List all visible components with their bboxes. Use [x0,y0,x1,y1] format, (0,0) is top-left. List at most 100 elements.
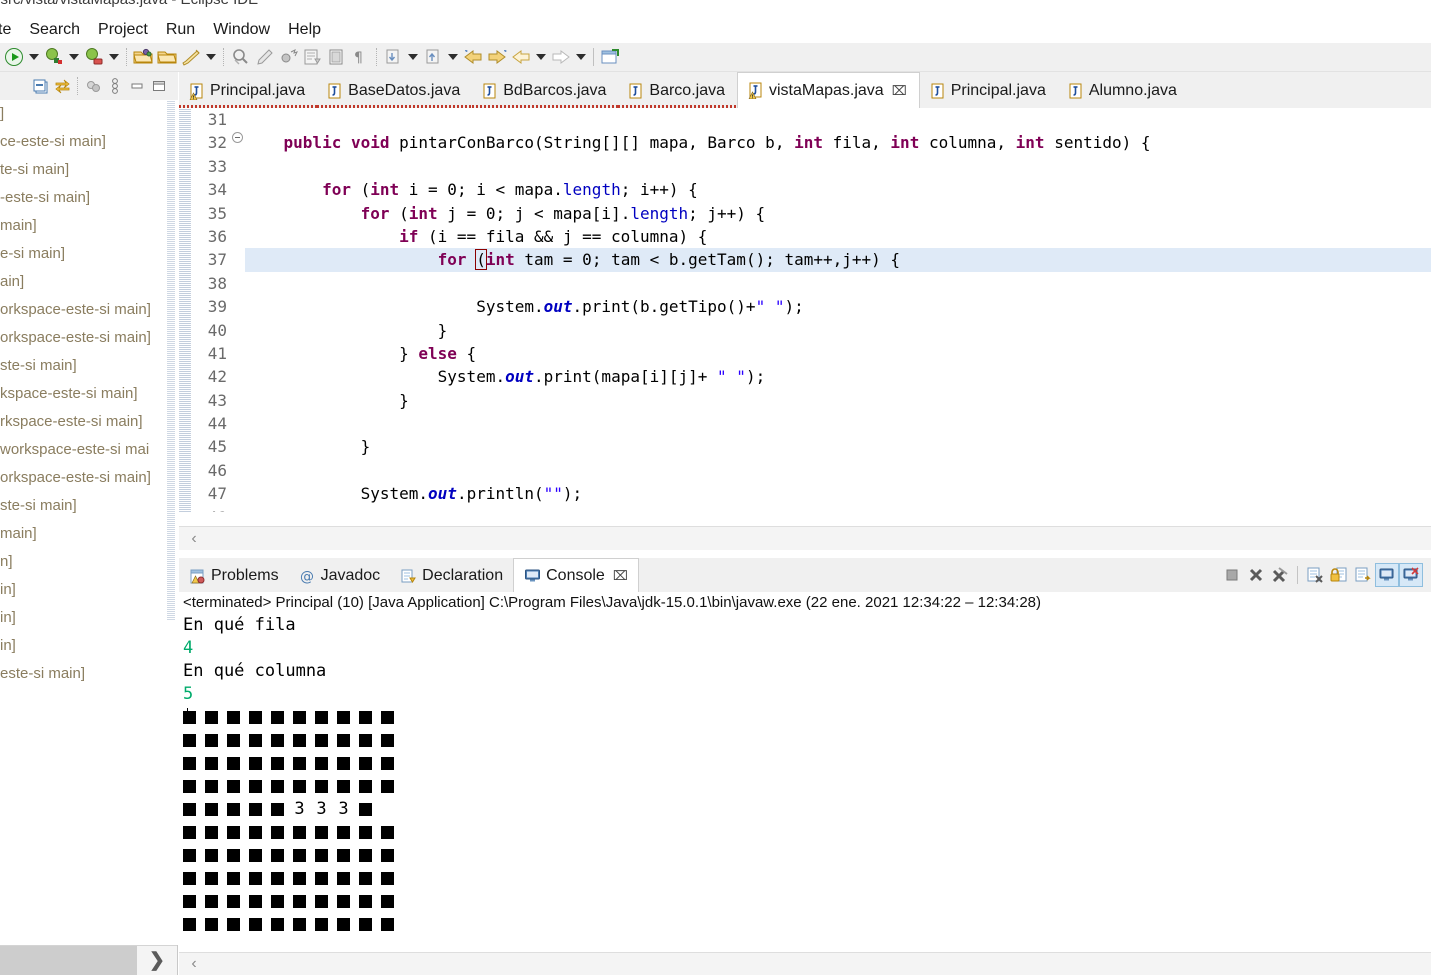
bottom-tab-declaration[interactable]: Declaration [390,560,513,592]
tree-item[interactable]: in] [0,604,178,632]
external-tools-caret-icon[interactable] [203,45,219,69]
close-tab-icon[interactable]: ⌧ [613,568,628,584]
tree-item[interactable]: n] [0,548,178,576]
run-dropdown-caret-icon[interactable] [29,54,39,60]
tree-item[interactable]: orkspace-este-si main] [0,296,178,324]
coverage-dropdown-caret-icon[interactable] [106,45,122,69]
remove-all-launches-icon[interactable] [1268,563,1292,587]
forward-new-icon[interactable] [485,45,509,69]
editor-tab-principal-java-5[interactable]: Principal.java [919,74,1058,108]
external-tools-caret-icon[interactable] [206,54,216,60]
tree-item[interactable]: main] [0,520,178,548]
code-line[interactable]: } [245,389,1431,412]
menu-run[interactable]: Run [157,19,204,41]
previous-annotation-icon[interactable] [421,45,445,69]
code-line[interactable]: System.out.println(""); [245,482,1431,505]
tree-item[interactable]: orkspace-este-si main] [0,324,178,352]
code-line[interactable]: for (int i = 0; i < mapa.length; i++) { [245,178,1431,201]
menu-search[interactable]: Search [20,19,89,41]
tree-item[interactable]: te-si main] [0,156,178,184]
external-tools-icon[interactable] [179,45,203,69]
coverage-icon[interactable] [82,45,106,69]
search-icon[interactable] [228,45,252,69]
editor-folding-column[interactable] [231,108,245,512]
code-line[interactable]: public void pintarConBarco(String[][] ma… [245,131,1431,154]
tree-item[interactable]: kspace-este-si main] [0,380,178,408]
tree-item[interactable]: este-si main] [0,660,178,688]
previous-annotation-caret-icon[interactable] [445,45,461,69]
focus-on-active-task-icon[interactable] [82,75,104,97]
remove-launch-icon[interactable] [1244,563,1268,587]
fold-collapse-icon[interactable] [232,132,243,143]
editor-tab-bdbarcos-java-2[interactable]: BdBarcos.java [472,74,619,108]
scroll-right-arrow-icon[interactable]: ❯ [137,949,177,972]
package-explorer-vertical-scrollbar[interactable] [167,100,175,945]
clear-console-icon[interactable] [1303,563,1327,587]
package-explorer-tree[interactable]: ] ce-este-si main] te-si main] -este-si mai… [0,100,178,945]
tree-item[interactable]: ste-si main] [0,492,178,520]
package-explorer-horizontal-scrollbar[interactable]: ❯ [0,945,177,975]
run-icon[interactable] [2,45,26,69]
code-line[interactable] [245,459,1431,482]
code-line[interactable] [245,412,1431,435]
code-line[interactable]: } else { [245,342,1431,365]
menu-project[interactable]: Project [89,19,157,41]
next-annotation-caret-icon[interactable] [408,54,418,60]
skip-breakpoints-icon[interactable] [276,45,300,69]
display-selected-console-icon[interactable] [1399,563,1423,587]
code-line[interactable] [245,506,1431,512]
scroll-left-arrow-icon[interactable]: ‹ [179,955,209,973]
console-output[interactable]: <terminated> Principal (10) [Java Applic… [179,592,1431,952]
menu-help[interactable]: Help [279,19,330,41]
maximize-icon[interactable] [148,75,170,97]
tree-item[interactable]: main] [0,212,178,240]
code-line[interactable] [245,108,1431,131]
tree-item[interactable]: orkspace-este-si main] [0,464,178,492]
forward-caret-icon[interactable] [573,45,589,69]
scrollbar-thumb[interactable] [167,100,175,620]
back-caret-icon[interactable] [536,54,546,60]
menu-window[interactable]: Window [204,19,279,41]
pin-console-icon[interactable] [1375,563,1399,587]
editor-tab-barco-java-3[interactable]: Barco.java [618,74,737,108]
code-line[interactable]: } [245,435,1431,458]
code-line[interactable]: if (i == fila && j == columna) { [245,225,1431,248]
console-horizontal-scrollbar[interactable]: ‹ [179,952,1431,975]
tree-item[interactable]: in] [0,576,178,604]
link-with-editor-icon[interactable] [51,75,73,97]
forward-caret-icon[interactable] [576,54,586,60]
code-line[interactable]: System.out.print(b.getTipo()+" "); [245,295,1431,318]
next-annotation-icon[interactable] [381,45,405,69]
debug-dropdown-caret-icon[interactable] [69,54,79,60]
editor-tab-basedatos-java-1[interactable]: BaseDatos.java [317,74,473,108]
minimize-icon[interactable] [126,75,148,97]
close-tab-icon[interactable]: ⌧ [892,84,907,97]
menu-navigate-clipped[interactable]: te [0,19,20,41]
coverage-dropdown-caret-icon[interactable] [109,54,119,60]
tree-item[interactable]: rkspace-este-si main] [0,408,178,436]
code-line[interactable]: } [245,319,1431,342]
open-perspective-icon[interactable] [598,45,622,69]
code-line[interactable] [245,272,1431,295]
editor-horizontal-scrollbar[interactable]: ‹ [179,526,1431,550]
scrollbar-thumb[interactable] [0,946,137,975]
back-new-icon[interactable] [461,45,485,69]
tree-item[interactable]: in] [0,632,178,660]
forward-icon[interactable] [549,45,573,69]
tree-item[interactable]: -este-si main] [0,184,178,212]
open-folder-icon[interactable] [155,45,179,69]
editor-tab-vistamapas-java-4[interactable]: vistaMapas.java ⌧ [736,72,920,108]
back-icon[interactable] [509,45,533,69]
code-line[interactable] [245,155,1431,178]
new-java-package-icon[interactable] [131,45,155,69]
tree-item[interactable]: ste-si main] [0,352,178,380]
scroll-lock-icon[interactable] [1327,563,1351,587]
clean-icon[interactable] [252,45,276,69]
toggle-block-selection-icon[interactable] [324,45,348,69]
word-wrap-icon[interactable] [1351,563,1375,587]
editor-code-lines[interactable]: public void pintarConBarco(String[][] ma… [245,108,1431,512]
view-menu-icon[interactable] [104,75,126,97]
bottom-tab-console[interactable]: Console ⌧ [513,558,639,592]
debug-icon[interactable] [42,45,66,69]
run-dropdown-caret-icon[interactable] [26,45,42,69]
